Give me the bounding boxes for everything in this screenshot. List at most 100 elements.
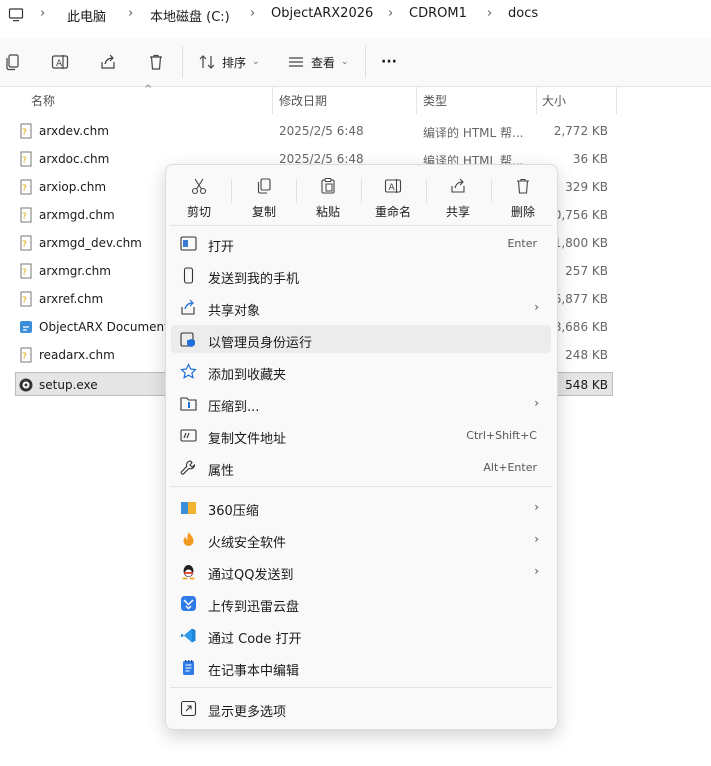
rename-label: 重命名 <box>374 205 411 219</box>
sort-menu-button[interactable]: 排序 ⌄ <box>198 52 260 72</box>
menu-item-send-to-phone[interactable]: 发送到我的手机 <box>171 261 551 289</box>
menu-item-edit-notepad[interactable]: 在记事本中编辑 <box>171 653 551 681</box>
breadcrumb-item[interactable]: docs <box>508 6 538 21</box>
svg-text:?: ? <box>22 128 27 138</box>
view-menu-button[interactable]: 查看 ⌄ <box>287 52 349 72</box>
menu-item-add-favorites[interactable]: 添加到收藏夹 <box>171 357 551 385</box>
column-header-type[interactable]: 类型 <box>423 92 447 109</box>
chevron-right-icon[interactable]: › <box>250 6 255 21</box>
delete-button[interactable]: 删除 <box>491 169 555 221</box>
file-row[interactable]: ? arxdev.chm 2025/2/5 6:48 编译的 HTML 帮...… <box>16 119 612 143</box>
menu-item-open-with-code[interactable]: 通过 Code 打开 <box>171 621 551 649</box>
menu-item-open[interactable]: 打开 Enter <box>171 229 551 257</box>
zip-icon <box>180 397 197 411</box>
column-header-name[interactable]: 名称 <box>31 92 55 109</box>
rename-button[interactable]: A <box>50 52 70 72</box>
cut-button[interactable]: 剪切 <box>167 169 231 221</box>
column-header-date[interactable]: 修改日期 <box>279 92 327 109</box>
paste-label: 粘贴 <box>315 205 340 219</box>
copy-button[interactable] <box>3 52 23 72</box>
menu-item-360zip[interactable]: 360压缩 › <box>171 493 551 521</box>
delete-button[interactable] <box>146 52 166 72</box>
breadcrumb-item[interactable]: 此电脑 <box>67 6 106 25</box>
trash-icon <box>517 178 529 194</box>
menu-item-label: 发送到我的手机 <box>208 272 300 287</box>
menu-separator <box>170 225 553 226</box>
breadcrumb-item[interactable]: CDROM1 <box>409 6 467 21</box>
notepad-icon <box>183 660 194 675</box>
menu-item-xunlei-upload[interactable]: 上传到迅雷云盘 <box>171 589 551 617</box>
open-icon <box>180 236 197 251</box>
sort-icon <box>199 55 215 69</box>
computer-icon[interactable] <box>8 7 24 23</box>
toolbar-divider <box>182 46 183 78</box>
file-name: arxmgr.chm <box>39 264 111 278</box>
toolbar-divider <box>365 46 366 78</box>
menu-item-label: 共享对象 <box>208 304 261 319</box>
sort-label: 排序 <box>222 55 247 70</box>
chevron-right-icon: › <box>534 396 539 410</box>
file-name: arxiop.chm <box>39 180 107 194</box>
file-size: 1,800 KB <box>553 236 608 250</box>
column-divider[interactable] <box>416 86 417 114</box>
shortcut-text: Alt+Enter <box>483 461 537 474</box>
chm-file-icon: ? <box>20 235 32 251</box>
file-date: 2025/2/5 6:48 <box>279 124 364 138</box>
chevron-right-icon[interactable]: › <box>388 6 393 21</box>
file-name: arxref.chm <box>39 292 104 306</box>
chm-file-icon: ? <box>20 347 32 363</box>
copy-icon <box>6 54 19 71</box>
file-size: 8,686 KB <box>553 320 608 334</box>
vscode-icon <box>181 628 196 643</box>
menu-item-properties[interactable]: 属性 Alt+Enter <box>171 453 551 481</box>
address-bar[interactable]: › 此电脑 › 本地磁盘 (C:) › ObjectARX2026 › CDRO… <box>0 0 711 30</box>
share-button[interactable]: 共享 <box>426 169 490 221</box>
file-type: 编译的 HTML 帮... <box>423 126 524 140</box>
chm-file-icon: ? <box>20 291 32 307</box>
clipboard-icon <box>321 177 335 194</box>
path-icon <box>180 429 197 442</box>
sort-up-icon: ^ <box>144 84 153 95</box>
paste-button[interactable]: 粘贴 <box>296 169 360 221</box>
copy-button[interactable]: 复制 <box>232 169 296 221</box>
rename-icon: A <box>51 55 69 69</box>
chevron-right-icon[interactable]: › <box>40 6 45 21</box>
breadcrumb-item[interactable]: 本地磁盘 (C:) <box>150 6 230 25</box>
menu-item-label: 显示更多选项 <box>208 705 287 720</box>
share-icon <box>101 54 115 69</box>
menu-item-compress-to[interactable]: 压缩到... › <box>171 389 551 417</box>
chevron-right-icon[interactable]: › <box>487 6 492 21</box>
qq-icon <box>182 565 195 580</box>
rename-button[interactable]: A 重命名 <box>361 169 425 221</box>
menu-item-label: 360压缩 <box>208 504 259 519</box>
huorong-icon <box>183 532 194 546</box>
ellipsis-icon: ··· <box>381 54 397 70</box>
column-divider[interactable] <box>616 86 617 114</box>
trash-icon <box>150 54 162 70</box>
chevron-right-icon: › <box>534 500 539 514</box>
chm-file-icon: ? <box>20 151 32 167</box>
share-label: 共享 <box>445 205 470 219</box>
column-divider[interactable] <box>272 86 273 114</box>
menu-item-share-with[interactable]: 共享对象 › <box>171 293 551 321</box>
more-options-button[interactable]: ··· <box>381 52 397 72</box>
chevron-right-icon[interactable]: › <box>128 6 133 21</box>
share-button[interactable] <box>98 52 118 72</box>
setup-exe-icon <box>19 378 33 392</box>
menu-item-qq-send[interactable]: 通过QQ发送到 › <box>171 557 551 585</box>
wrench-icon <box>180 460 196 475</box>
chevron-right-icon: › <box>534 300 539 314</box>
command-bar: A 排序 ⌄ 查看 ⌄ ··· <box>0 38 711 87</box>
menu-item-run-as-admin[interactable]: 以管理员身份运行 <box>171 325 551 353</box>
column-header-size[interactable]: 大小 <box>542 92 566 109</box>
chm-file-icon: ? <box>20 207 32 223</box>
column-divider[interactable] <box>536 86 537 114</box>
menu-item-copy-path[interactable]: 复制文件地址 Ctrl+Shift+C <box>171 421 551 449</box>
menu-item-show-more-options[interactable]: 显示更多选项 <box>171 694 551 722</box>
menu-item-huorong[interactable]: 火绒安全软件 › <box>171 525 551 553</box>
breadcrumb-item[interactable]: ObjectARX2026 <box>271 6 373 21</box>
chm-file-icon: ? <box>20 263 32 279</box>
file-size: 2,772 KB <box>553 124 608 138</box>
menu-item-label: 压缩到... <box>208 400 260 415</box>
svg-text:?: ? <box>22 240 27 250</box>
